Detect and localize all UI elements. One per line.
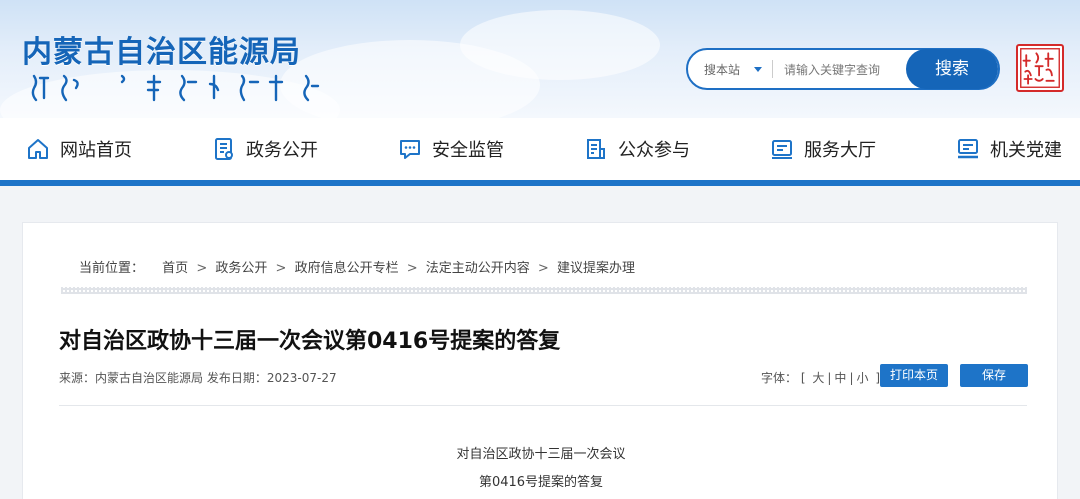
search-scope-select[interactable]: 搜本站 [704, 61, 740, 78]
nav-label: 网站首页 [60, 140, 132, 161]
nav-item-service-hall[interactable]: 服务大厅 [770, 134, 876, 164]
monitor-icon [958, 139, 978, 159]
breadcrumb-separator: > [537, 261, 549, 276]
date-label: 发布日期： [206, 371, 267, 385]
breadcrumb-label: 当前位置： [79, 261, 145, 276]
nav-label: 安全监管 [432, 140, 504, 161]
article-title: 对自治区政协十三届一次会议第0416号提案的答复 [59, 329, 561, 354]
nav-label: 公众参与 [618, 140, 690, 161]
search-button[interactable]: 搜索 [906, 49, 998, 89]
breadcrumb-link-proposals[interactable]: 建议提案办理 [557, 261, 635, 276]
search-divider [772, 60, 773, 78]
clipboard-icon [587, 139, 605, 159]
nav-item-home[interactable]: 网站首页 [26, 134, 132, 164]
mongolian-script-logo [31, 74, 320, 102]
chat-bubble-icon [400, 140, 420, 159]
publish-date: 2023-07-27 [266, 371, 337, 385]
main-nav: 网站首页 政务公开 安全监管 公众参与 服务大厅 机关党建 [0, 118, 1080, 180]
breadcrumb-link-statutory-disclosure[interactable]: 法定主动公开内容 [426, 261, 530, 276]
search-box: 搜本站 搜索 [686, 48, 1000, 90]
nav-item-public-participation[interactable]: 公众参与 [584, 134, 690, 164]
nav-item-government-affairs[interactable]: 政务公开 [212, 134, 318, 164]
search-input[interactable] [784, 59, 904, 81]
save-button[interactable]: 保存 [960, 364, 1028, 387]
article-meta: 来源：内蒙古自治区能源局 发布日期：2023-07-27 [59, 369, 337, 386]
breadcrumb: 当前位置： 首页 > 政务公开 > 政府信息公开专栏 > 法定主动公开内容 > … [79, 257, 635, 276]
id-card-icon [772, 140, 792, 159]
print-button[interactable]: 打印本页 [880, 364, 948, 387]
nav-label: 机关党建 [990, 140, 1062, 161]
chevron-down-icon[interactable] [754, 67, 762, 72]
nav-item-party-building[interactable]: 机关党建 [956, 134, 1062, 164]
breadcrumb-separator: > [275, 261, 287, 276]
breadcrumb-separator: > [196, 261, 208, 276]
nav-label: 政务公开 [246, 140, 318, 161]
font-size-control: 字体： [ 大 | 中 | 小 ] [761, 371, 881, 385]
article-panel: 当前位置： 首页 > 政务公开 > 政府信息公开专栏 > 法定主动公开内容 > … [22, 222, 1058, 499]
bracket-open: [ [800, 371, 806, 385]
breadcrumb-link-home[interactable]: 首页 [162, 261, 188, 276]
nav-accent-bar [0, 180, 1080, 186]
meta-divider [59, 405, 1027, 406]
nav-label: 服务大厅 [804, 140, 876, 161]
seal-logo-icon[interactable] [1016, 44, 1064, 92]
source-value: 内蒙古自治区能源局 [95, 371, 204, 385]
font-size-small[interactable]: 小 [856, 371, 868, 385]
site-header: 内蒙古自治区能源局 搜本站 搜索 [0, 0, 1080, 118]
font-size-medium[interactable]: 中 [834, 371, 846, 385]
document-list-icon [215, 138, 233, 160]
home-icon [28, 139, 48, 159]
body-heading-line-2: 第0416号提案的答复 [478, 475, 604, 490]
font-size-large[interactable]: 大 [812, 371, 824, 385]
source-label: 来源： [59, 371, 96, 385]
breadcrumb-separator: > [406, 261, 418, 276]
breadcrumb-link-info-disclosure[interactable]: 政府信息公开专栏 [295, 261, 399, 276]
body-heading-line-1: 对自治区政协十三届一次会议 [456, 447, 626, 462]
font-size-label: 字体： [761, 371, 798, 385]
nav-item-safety-supervision[interactable]: 安全监管 [398, 134, 504, 164]
breadcrumb-link-government-affairs[interactable]: 政务公开 [215, 261, 267, 276]
dotted-divider [61, 287, 1027, 294]
site-title[interactable]: 内蒙古自治区能源局 [22, 36, 301, 70]
